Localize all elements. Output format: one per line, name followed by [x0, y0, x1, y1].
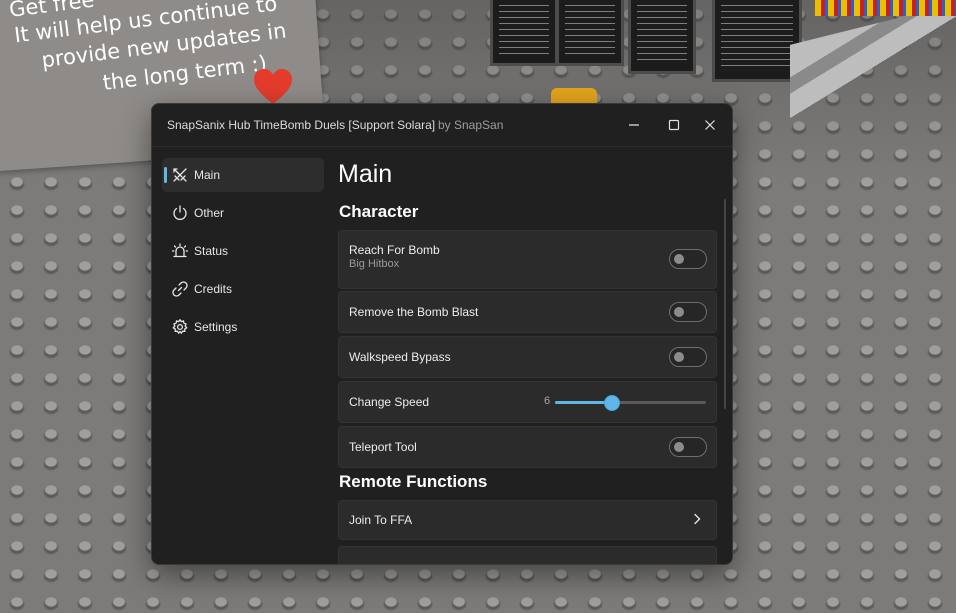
maximize-icon	[668, 119, 680, 131]
sidebar-item-main[interactable]: Main	[162, 158, 324, 192]
teleport-tool-row[interactable]: Teleport Tool	[338, 426, 717, 468]
crowd	[815, 0, 956, 16]
teleport-tool-toggle[interactable]	[669, 437, 707, 457]
next-action-row[interactable]	[338, 546, 717, 564]
sidebar-item-status[interactable]: Status	[162, 234, 324, 268]
sidebar-item-credits[interactable]: Credits	[162, 272, 324, 306]
close-icon	[705, 120, 715, 130]
row-title: Join To FFA	[349, 513, 413, 527]
active-indicator	[164, 167, 167, 183]
page-title: Main	[338, 160, 393, 188]
link-icon	[171, 280, 189, 298]
row-title: Teleport Tool	[349, 440, 417, 454]
slider-thumb[interactable]	[603, 395, 620, 411]
sidebar-item-label: Main	[194, 168, 221, 182]
slider-fill	[555, 401, 611, 404]
chevron-right-icon	[690, 512, 704, 526]
toggle-knob	[674, 442, 684, 452]
reach-for-bomb-row[interactable]: Reach For Bomb Big Hitbox	[338, 230, 717, 289]
section-title-remote-functions: Remote Functions	[339, 472, 488, 491]
walkspeed-bypass-row[interactable]: Walkspeed Bypass	[338, 336, 717, 378]
sidebar-item-label: Settings	[194, 320, 238, 334]
toggle-knob	[674, 352, 684, 362]
power-icon	[171, 204, 189, 222]
sidebar-item-other[interactable]: Other	[162, 196, 324, 230]
remove-bomb-blast-row[interactable]: Remove the Bomb Blast	[338, 291, 717, 333]
maximize-button[interactable]	[663, 114, 685, 136]
sidebar-item-label: Status	[194, 244, 229, 258]
window-subtitle: by SnapSan	[438, 118, 504, 132]
crossed-swords-icon	[171, 166, 189, 184]
speed-value: 6	[544, 395, 551, 407]
leaderboard-screen	[490, 0, 558, 66]
row-description: Big Hitbox	[349, 258, 400, 270]
minimize-button[interactable]	[623, 114, 645, 136]
toggle-knob	[674, 307, 684, 317]
leaderboard-screen	[556, 0, 624, 66]
minimize-icon	[629, 124, 639, 126]
window-title: SnapSanix Hub TimeBomb Duels [Support So…	[167, 118, 436, 132]
walkspeed-bypass-toggle[interactable]	[669, 347, 707, 367]
gear-icon	[171, 318, 189, 336]
section-title-character: Character	[339, 202, 419, 221]
join-ffa-button[interactable]: Join To FFA	[338, 500, 717, 540]
sidebar-item-settings[interactable]: Settings	[162, 310, 324, 344]
heart-icon	[254, 69, 292, 104]
leaderboard-screen	[628, 0, 696, 74]
row-title: Walkspeed Bypass	[349, 350, 451, 364]
sidebar: Main Other Status Credits Settings	[162, 158, 324, 348]
content-scrollbar[interactable]	[724, 199, 726, 409]
title-bar[interactable]: SnapSanix Hub TimeBomb Duels [Support So…	[152, 104, 732, 147]
change-speed-row: Change Speed 6	[338, 381, 717, 423]
leaderboard-screen	[712, 0, 802, 82]
toggle-knob	[674, 254, 684, 264]
sidebar-item-label: Credits	[194, 282, 233, 296]
reach-for-bomb-toggle[interactable]	[669, 249, 707, 269]
row-title: Remove the Bomb Blast	[349, 305, 479, 319]
siren-icon	[171, 242, 189, 260]
close-button[interactable]	[699, 114, 721, 136]
remove-bomb-blast-toggle[interactable]	[669, 302, 707, 322]
speed-slider[interactable]	[555, 395, 706, 411]
hub-window: SnapSanix Hub TimeBomb Duels [Support So…	[151, 103, 733, 565]
sidebar-item-label: Other	[194, 206, 225, 220]
row-title: Reach For Bomb	[349, 243, 440, 257]
main-content: Main Character Reach For Bomb Big Hitbox…	[338, 156, 718, 564]
row-title: Change Speed	[349, 395, 430, 409]
